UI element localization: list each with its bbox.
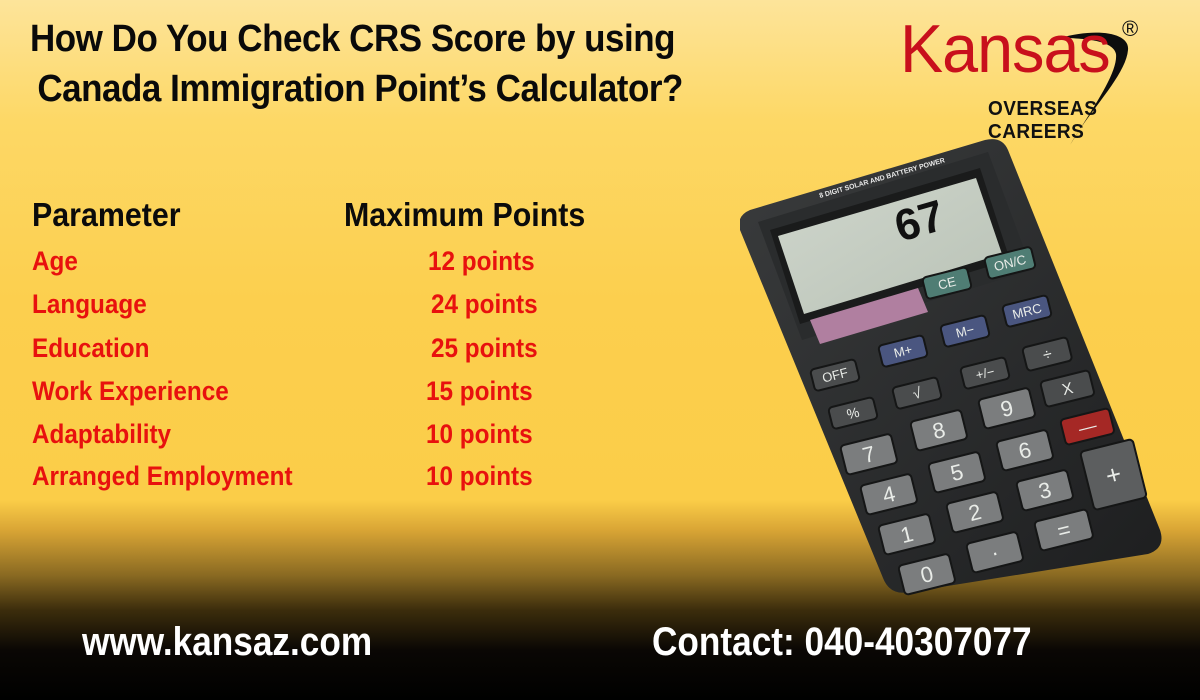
kansas-logo: Kansas ® OVERSEAS CAREERS [900, 10, 1190, 146]
table-row: Age 12 points [32, 246, 632, 289]
parameter-name: Age [32, 246, 78, 276]
website-link[interactable]: www.kansaz.com [82, 620, 372, 665]
parameter-points: 24 points [431, 289, 538, 319]
page-title: How Do You Check CRS Score by using Cana… [30, 14, 803, 114]
table-row: Education 25 points [32, 333, 632, 376]
parameter-points: 12 points [428, 246, 535, 276]
logo-brand: Kansas [900, 11, 1111, 87]
table-row: Language 24 points [32, 289, 632, 332]
parameter-name: Language [32, 289, 147, 319]
parameter-name: Education [32, 333, 150, 363]
table-row: Adaptability 10 points [32, 419, 632, 462]
header-parameter: Parameter [32, 196, 181, 233]
parameter-points: 10 points [426, 461, 533, 491]
table-row: Arranged Employment 10 points [32, 461, 632, 504]
title-line-1: How Do You Check CRS Score by using [30, 18, 676, 60]
parameter-name: Adaptability [32, 419, 172, 449]
title-line-2: Canada Immigration Point’s Calculator? [37, 68, 683, 110]
calculator-image: 8 DIGIT SOLAR AND BATTERY POWER 67 CE ON/… [740, 130, 1162, 600]
parameter-name: Work Experience [32, 376, 229, 406]
header-max-points: Maximum Points [344, 196, 586, 233]
parameter-points: 25 points [431, 333, 538, 363]
parameter-points: 10 points [426, 419, 533, 449]
parameter-points: 15 points [426, 376, 533, 406]
contact-phone: Contact: 040-40307077 [652, 620, 1032, 664]
parameter-name: Arranged Employment [32, 461, 293, 491]
registered-mark: ® [1122, 16, 1139, 41]
table-row: Work Experience 15 points [32, 376, 632, 419]
